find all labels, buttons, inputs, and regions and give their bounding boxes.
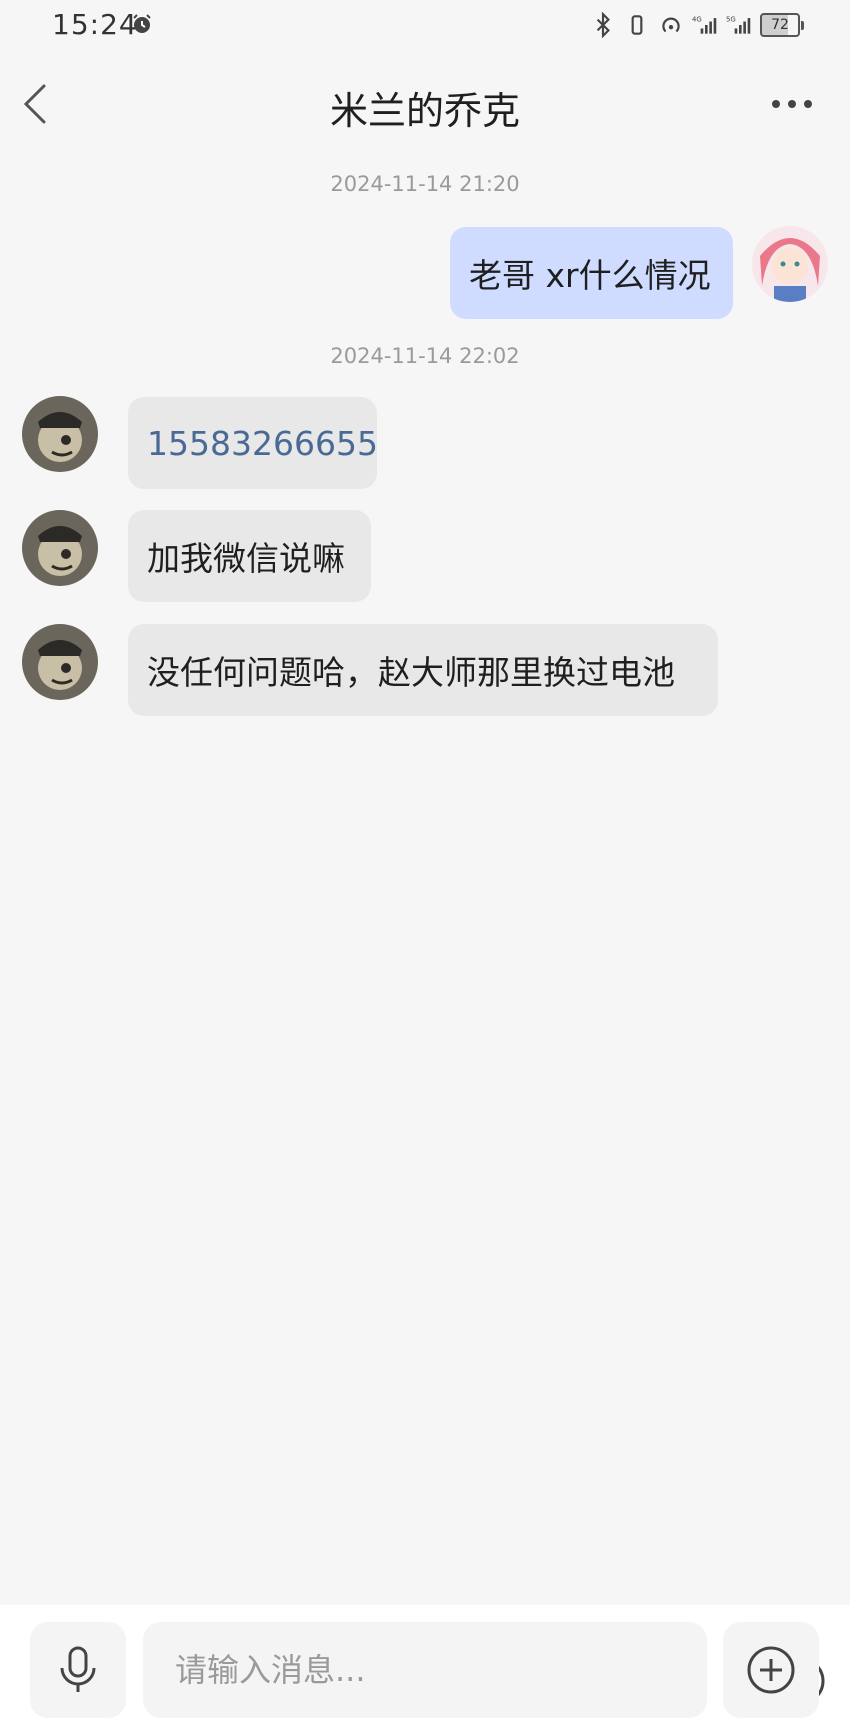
page-title: 米兰的乔克 (329, 89, 520, 133)
message-bubble-incoming[interactable]: 加我微信说嘛 (128, 510, 371, 602)
status-time: 15:24 (52, 8, 138, 41)
avatar-contact[interactable] (22, 396, 98, 472)
message-text: 没任何问题哈，赵大师那里换过电池 (147, 653, 675, 692)
plus-button[interactable] (723, 1622, 819, 1718)
network-label-2: 5G (726, 16, 736, 24)
signal-5g-icon: 5G (726, 16, 751, 34)
chat-header: 米兰的乔克 (0, 52, 850, 156)
battery-level: 72 (760, 13, 800, 37)
message-text: 老哥 xr什么情况 (469, 256, 711, 295)
message-bubble-incoming[interactable]: 15583266655 (128, 397, 378, 489)
input-placeholder: 请输入消息... (175, 1651, 366, 1689)
battery-icon: 72 (760, 13, 804, 37)
voice-button[interactable] (30, 1622, 126, 1718)
message-bubble-outgoing[interactable]: 老哥 xr什么情况 (450, 227, 733, 319)
vibrate-icon (631, 15, 643, 35)
timestamp: 2024-11-14 22:02 (330, 344, 520, 368)
alarm-icon (133, 14, 151, 33)
input-bar: 请输入消息... (0, 1605, 850, 1735)
message-bubble-incoming[interactable]: 没任何问题哈，赵大师那里换过电池 (128, 624, 718, 716)
bluetooth-icon (596, 12, 610, 38)
avatar-contact[interactable] (22, 510, 98, 586)
avatar-contact[interactable] (22, 624, 98, 700)
message-input[interactable]: 请输入消息... (143, 1622, 825, 1718)
timestamp: 2024-11-14 21:20 (330, 172, 520, 196)
status-icons: 4G 5G 72 (590, 12, 804, 38)
avatar-self[interactable] (752, 226, 828, 302)
message-text: 加我微信说嘛 (147, 539, 345, 578)
phone-link[interactable]: 15583266655 (147, 424, 378, 463)
hotspot-icon (662, 17, 680, 33)
more-icon[interactable] (764, 88, 820, 120)
network-label-1: 4G (692, 16, 702, 24)
plus-icon (747, 1646, 795, 1694)
signal-4g-icon: 4G (692, 16, 717, 34)
microphone-icon (60, 1646, 96, 1692)
status-bar: 15:24 4G 5G 72 (0, 0, 850, 52)
